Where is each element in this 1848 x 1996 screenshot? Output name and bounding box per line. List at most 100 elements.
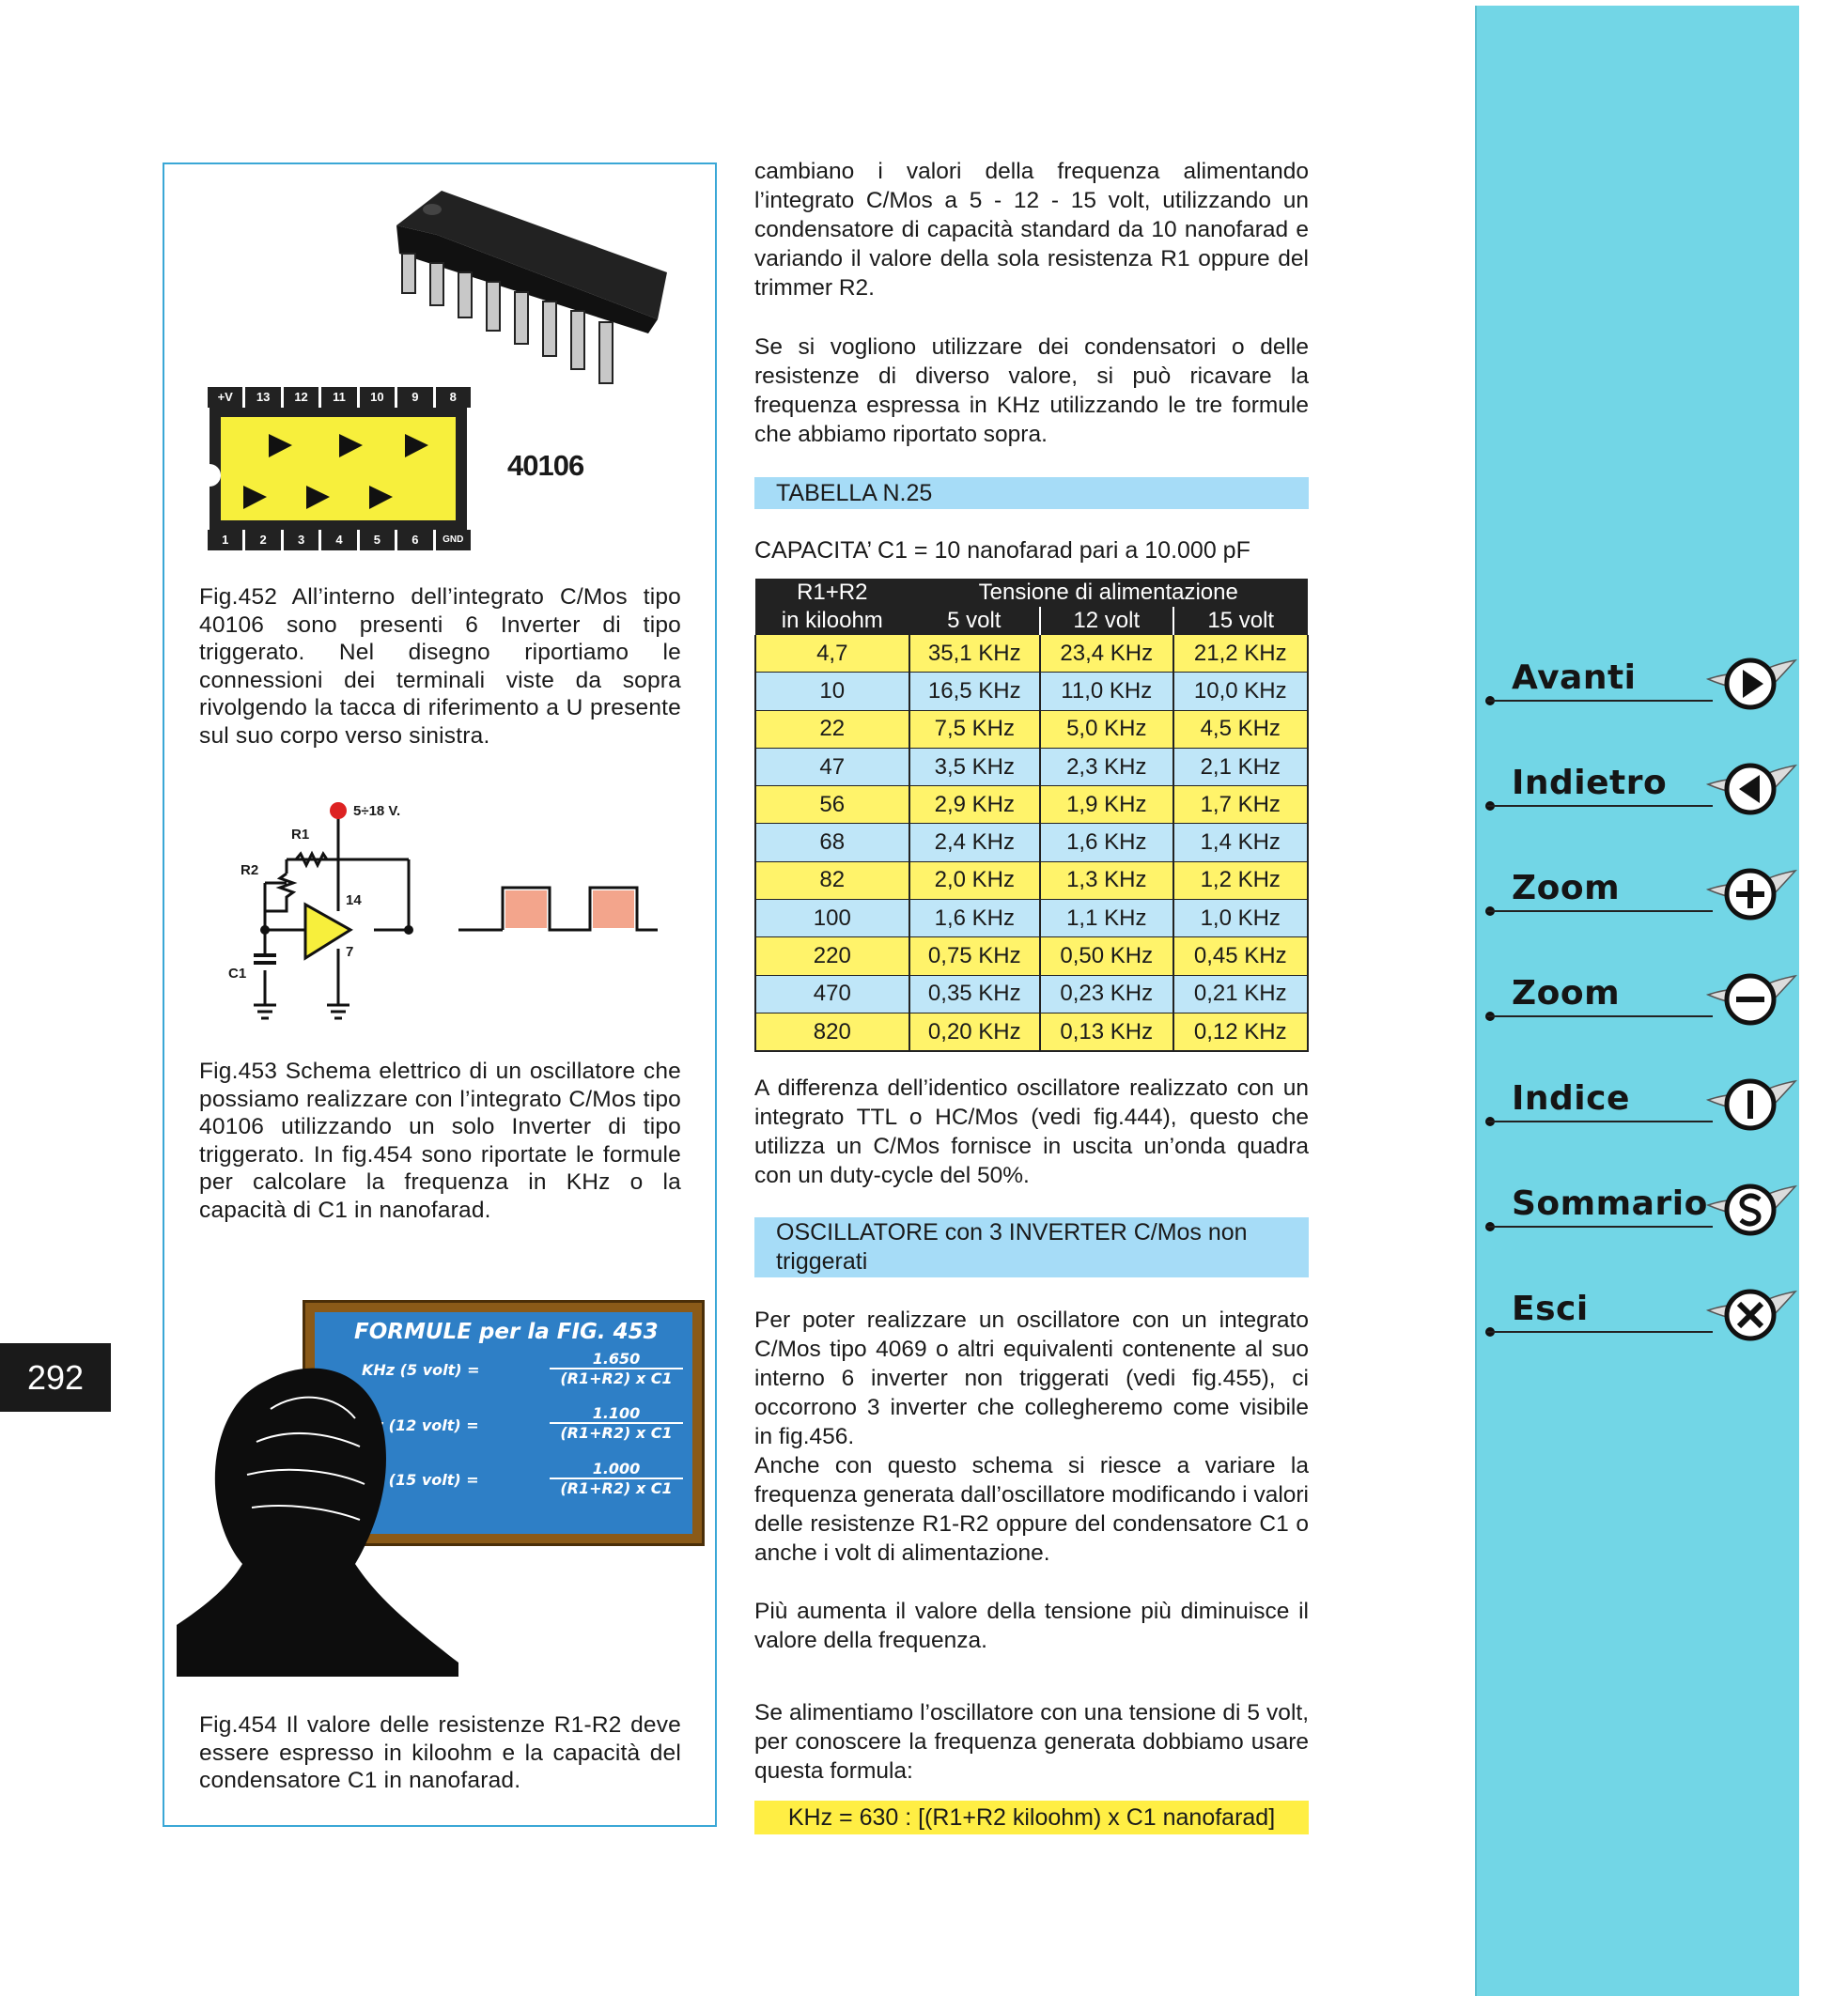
ic-pinout: +V 13 12 11 10 9 8 1 2 3 4 5 6 GND: [208, 387, 471, 551]
pin-label: GND: [435, 530, 471, 550]
oscillator-schematic: [254, 802, 658, 1020]
nav-underline: [1487, 910, 1713, 912]
pin-label: 4: [321, 530, 357, 550]
nav-indice-button[interactable]: Indice: [1485, 1072, 1797, 1139]
table-row: 100 1,6 KHz 1,1 KHz 1,0 KHz: [754, 899, 1309, 938]
board-row-12v-den: (R1+R2) x C1: [560, 1424, 673, 1442]
cell-12v: 1,9 KHz: [1039, 785, 1173, 825]
cell-5v: 3,5 KHz: [908, 748, 1041, 787]
nav-indietro-label: Indietro: [1512, 764, 1668, 802]
cell-r: 68: [754, 823, 909, 862]
col-r-header-line1: R1+R2: [755, 579, 909, 607]
cell-r: 220: [754, 936, 909, 976]
cell-r: 22: [754, 710, 909, 749]
nav-indietro-button[interactable]: Indietro: [1485, 756, 1797, 824]
cell-r: 47: [754, 748, 909, 787]
board-row-5v-den: (R1+R2) x C1: [560, 1369, 673, 1387]
nav-zoom-out-button[interactable]: Zoom: [1485, 967, 1797, 1034]
board-row-15v-den: (R1+R2) x C1: [560, 1479, 673, 1497]
paragraph-1: cambiano i valori della frequenza alimen…: [754, 159, 1309, 301]
pin-label: 5: [359, 530, 396, 550]
table-row: 220 0,75 KHz 0,50 KHz 0,45 KHz: [754, 936, 1309, 976]
nav-avanti-label: Avanti: [1512, 658, 1637, 697]
pin-labels-bottom: 1 2 3 4 5 6 GND: [208, 530, 471, 550]
close-x-icon: [1705, 1289, 1797, 1341]
cell-12v: 0,23 KHz: [1039, 975, 1173, 1013]
fig453-caption: Fig.453 Schema elettrico di un oscillato…: [199, 1059, 681, 1223]
pin-label: 13: [245, 387, 281, 408]
cell-15v: 0,12 KHz: [1172, 1013, 1309, 1053]
cell-12v: 23,4 KHz: [1039, 635, 1173, 673]
board-row-12v-num: 1.100: [550, 1404, 683, 1424]
cell-15v: 10,0 KHz: [1172, 672, 1309, 711]
cell-r: 82: [754, 861, 909, 901]
table-row: 68 2,4 KHz 1,6 KHz 1,4 KHz: [754, 823, 1309, 862]
cell-r: 470: [754, 975, 909, 1013]
pin-label: +V: [208, 387, 243, 408]
summary-s-icon: [1705, 1184, 1797, 1236]
cell-15v: 1,7 KHz: [1172, 785, 1309, 825]
table-row: 56 2,9 KHz 1,9 KHz 1,7 KHz: [754, 785, 1309, 825]
nav-underline: [1487, 1121, 1713, 1122]
cell-12v: 0,50 KHz: [1039, 936, 1173, 976]
pin-label: 3: [283, 530, 319, 550]
nav-zoom-in-button[interactable]: Zoom: [1485, 861, 1797, 929]
nav-underline: [1487, 1331, 1713, 1333]
pin-label: 2: [245, 530, 281, 550]
cell-5v: 35,1 KHz: [908, 635, 1041, 673]
table-row: 470 0,35 KHz 0,23 KHz 0,21 KHz: [754, 975, 1309, 1013]
table-row: 82 2,0 KHz 1,3 KHz 1,2 KHz: [754, 861, 1309, 901]
cell-5v: 7,5 KHz: [908, 710, 1041, 749]
minus-icon: [1705, 973, 1797, 1026]
cell-r: 100: [754, 899, 909, 938]
cell-r: 820: [754, 1013, 909, 1053]
cell-5v: 16,5 KHz: [908, 672, 1041, 711]
frequency-table: R1+R2 Tensione di alimentazione in kiloo…: [754, 579, 1309, 1053]
paragraph-5: Anche con questo schema si riesce a vari…: [754, 1453, 1309, 1566]
arrow-left-icon: [1705, 763, 1797, 815]
person-silhouette: [177, 1368, 458, 1677]
nav-underline: [1487, 1015, 1713, 1017]
table-row: 22 7,5 KHz 5,0 KHz 4,5 KHz: [754, 710, 1309, 749]
cell-15v: 21,2 KHz: [1172, 635, 1309, 673]
cell-5v: 2,4 KHz: [908, 823, 1041, 862]
pin-label: 11: [321, 387, 357, 408]
formula-5v: KHz = 630 : [(R1+R2 kiloohm) x C1 nanofa…: [754, 1801, 1309, 1834]
cell-15v: 1,4 KHz: [1172, 823, 1309, 862]
nav-sommario-button[interactable]: Sommario: [1485, 1177, 1797, 1245]
cell-15v: 1,0 KHz: [1172, 899, 1309, 938]
cell-15v: 2,1 KHz: [1172, 748, 1309, 787]
ic-pinout-graphic: [210, 408, 467, 530]
nav-underline: [1487, 805, 1713, 807]
col-5v-header: 5 volt: [908, 607, 1041, 635]
c1-label: C1: [228, 966, 247, 982]
cell-12v: 2,3 KHz: [1039, 748, 1173, 787]
table-row: 47 3,5 KHz 2,3 KHz 2,1 KHz: [754, 748, 1309, 787]
arrow-right-icon: [1705, 658, 1797, 710]
table-row: 10 16,5 KHz 11,0 KHz 10,0 KHz: [754, 672, 1309, 711]
nav-avanti-button[interactable]: Avanti: [1485, 651, 1797, 719]
cell-12v: 1,1 KHz: [1039, 899, 1173, 938]
board-row-5v-num: 1.650: [550, 1350, 683, 1369]
nav-esci-button[interactable]: Esci: [1485, 1282, 1797, 1350]
supply-label: 5÷18 V.: [353, 803, 401, 819]
nav-zoom-in-label: Zoom: [1512, 869, 1621, 907]
board-row-15v-num: 1.000: [550, 1460, 683, 1479]
board-row-12v-formula: 1.100 (R1+R2) x C1: [550, 1404, 683, 1442]
pin-label: 9: [397, 387, 433, 408]
col-15v-header: 15 volt: [1172, 607, 1308, 635]
pin-label: 1: [208, 530, 243, 550]
cell-5v: 0,75 KHz: [908, 936, 1041, 976]
cell-12v: 11,0 KHz: [1039, 672, 1173, 711]
table-title: TABELLA N.25: [754, 477, 1309, 509]
paragraph-3: A differenza dell’identico oscillatore r…: [754, 1075, 1309, 1188]
index-i-icon: [1705, 1078, 1797, 1131]
paragraph-6: Più aumenta il valore della tensione più…: [754, 1599, 1309, 1653]
pin-label: 6: [397, 530, 433, 550]
cell-5v: 1,6 KHz: [908, 899, 1041, 938]
pin14-label: 14: [346, 892, 362, 908]
cell-15v: 0,45 KHz: [1172, 936, 1309, 976]
r1-label: R1: [291, 827, 310, 843]
cell-15v: 1,2 KHz: [1172, 861, 1309, 901]
capacity-line: CAPACITA’ C1 = 10 nanofarad pari a 10.00…: [754, 537, 1250, 564]
